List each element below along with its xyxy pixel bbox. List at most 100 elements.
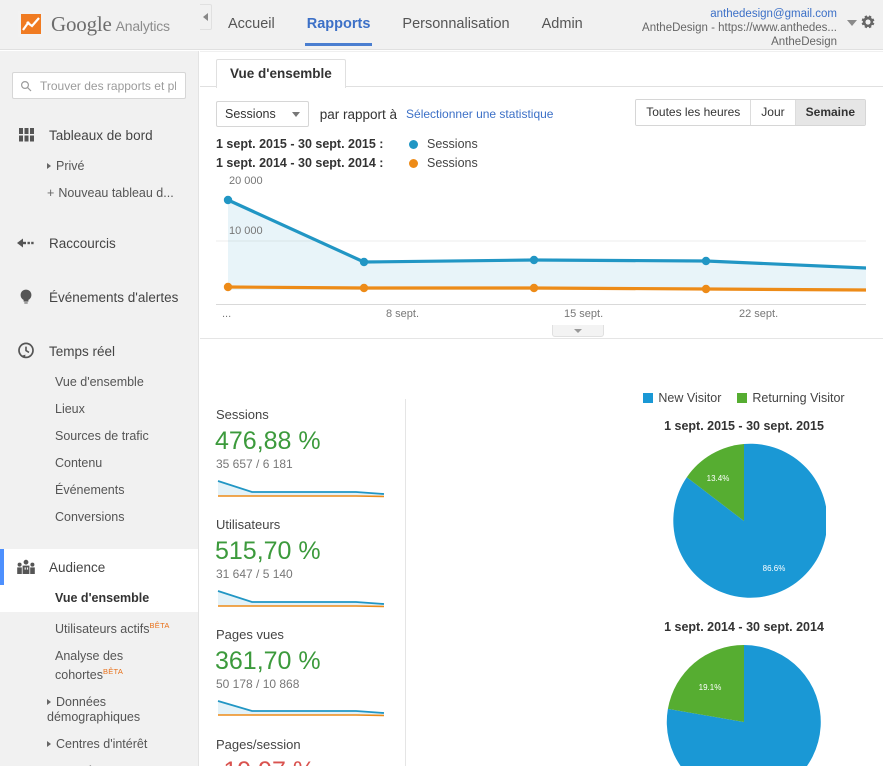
alert-bulb-icon [14,286,38,308]
chevron-down-icon [574,328,582,333]
metric-title: Pages/session [216,737,301,752]
nav-admin[interactable]: Admin [526,0,599,50]
chart-legend: 1 sept. 2015 - 30 sept. 2015 : Sessions … [200,131,883,173]
tab-vue-densemble[interactable]: Vue d'ensemble [216,59,346,88]
metric-card-utilisateurs[interactable]: Utilisateurs 515,70 % 31 647 / 5 140 [215,509,406,619]
chevron-right-icon [47,699,51,706]
legend-range: 1 sept. 2014 - 30 sept. 2014 : [216,156,384,170]
data-point [359,257,369,267]
audience-people-icon [14,556,38,578]
sidebar-item-evenements-alertes[interactable]: Événements d'alertes [0,279,198,315]
brand-analytics: Analytics [115,17,170,34]
sidebar-subitem-rt-vue-densemble[interactable]: Vue d'ensemble [0,369,198,396]
metric-card-pages-session[interactable]: Pages/session -19,97 % 1,41 / 1,76 [215,729,406,766]
metric-card-pages-vues[interactable]: Pages vues 361,70 % 50 178 / 10 868 [215,619,406,729]
data-point [701,284,711,294]
legend-metric: Sessions [427,156,478,170]
sidebar-subitem-analyse-des-cohortes[interactable]: Analyse des cohortesBÊTA [0,643,198,689]
metric-change: 476,88 % [215,427,321,455]
account-selector[interactable]: anthedesign@gmail.com AntheDesign - http… [642,7,837,49]
pie-title-2014: 1 sept. 2014 - 30 sept. 2014 [664,620,824,634]
sidebar-label: Raccourcis [49,235,116,251]
brand[interactable]: Google Analytics [18,11,170,37]
brand-text: Google Analytics [51,11,170,36]
search-box[interactable] [12,72,186,99]
metric-card-sessions[interactable]: Sessions 476,88 % 35 657 / 6 181 [215,399,406,509]
brand-google: Google [51,11,112,36]
pie-legend-label: New Visitor [658,391,722,405]
sidebar-subitem-rt-lieux[interactable]: Lieux [0,396,198,423]
visitor-type-panel: New Visitor Returning Visitor 1 sept. 20… [605,391,883,766]
chevron-right-icon [47,163,51,169]
sidebar-sublabel: Centres d'intérêt [56,737,148,752]
x-tick-1: 8 sept. [386,308,420,320]
sidebar-subitem-donnees-geographiques[interactable]: Données géographiques [0,758,198,766]
account-email: anthedesign@gmail.com [710,8,837,20]
compare-label: par rapport à [319,106,398,122]
granularity-semaine[interactable]: Semaine [794,100,865,125]
metric-change: 515,70 % [215,537,321,565]
sidebar-item-temps-reel[interactable]: Temps réel [0,333,198,369]
metric-title: Pages vues [216,627,284,642]
search-icon [20,80,32,92]
legend-dot-orange [409,159,418,168]
pie-value-returning-visitor: 19.1% [699,683,722,692]
chart-toolbar: Sessions par rapport à Sélectionner une … [200,87,883,131]
nav-personnalisation[interactable]: Personnalisation [386,0,525,50]
pie-value-new-visitor: 86.6% [763,564,786,573]
top-nav: Accueil Rapports Personnalisation Admin [212,0,599,50]
account-property: AntheDesign - https://www.anthedes... [642,22,837,34]
gear-icon[interactable] [859,13,877,31]
beta-badge: BÊTA [149,621,170,630]
granularity-toutes-les-heures[interactable]: Toutes les heures [636,100,751,125]
shortcut-arrow-icon [14,232,38,254]
pie-legend-label: Returning Visitor [752,391,845,405]
select-metric-link[interactable]: Sélectionner une statistique [406,107,553,121]
sidebar-subitem-rt-contenu[interactable]: Contenu [0,450,198,477]
sidebar-subitem-audience-vue-densemble[interactable]: Vue d'ensemble [0,585,198,612]
data-point [359,283,369,293]
sidebar-item-raccourcis[interactable]: Raccourcis [0,225,198,261]
pie-chart-2015[interactable]: 86.6% 13.4% [605,439,883,606]
sidebar-collapse-button[interactable] [200,4,212,30]
search-input[interactable] [38,77,178,94]
metric-select[interactable]: Sessions [216,101,309,127]
sidebar-subitem-donnees-demographiques[interactable]: Données démographiques [0,689,198,731]
nav-section-dashboards: Tableaux de bord Privé + Nouveau tableau … [0,117,198,207]
pie-value-returning-visitor: 13.4% [707,474,730,483]
sidebar-subitem-prive[interactable]: Privé [0,153,198,180]
sidebar-subitem-rt-evenements[interactable]: Événements [0,477,198,504]
granularity-jour[interactable]: Jour [750,100,795,125]
nav-accueil[interactable]: Accueil [212,0,291,50]
sidebar-subitem-centres-dinteret[interactable]: Centres d'intérêt [0,731,198,758]
chevron-right-icon [47,741,51,748]
sidebar-item-tableaux-de-bord[interactable]: Tableaux de bord [0,117,198,153]
chart-collapse-button[interactable] [552,325,604,337]
line-chart-svg [216,190,866,294]
metric-detail: 31 647 / 5 140 [216,567,293,581]
data-point [529,283,539,293]
sidebar-subitem-rt-sources-de-trafic[interactable]: Sources de trafic [0,423,198,450]
sidebar-label: Événements d'alertes [49,289,179,305]
legend-swatch-green [737,393,748,403]
metric-change: -19,97 % [215,756,405,766]
x-tick-2: 15 sept. [564,308,604,320]
chevron-down-icon[interactable] [847,20,857,26]
sidebar-item-audience[interactable]: Audience [0,549,198,585]
sidebar-subitem-nouveau-tableau[interactable]: + Nouveau tableau d... [0,180,198,207]
pie-chart-2014[interactable]: 80.9% 19.1% [605,640,883,766]
legend-swatch-blue [643,393,654,403]
metric-title: Sessions [216,407,269,422]
pie-legend-new-visitor[interactable]: New Visitor [643,391,721,405]
metric-change: 361,70 % [215,647,321,675]
sidebar-subitem-utilisateurs-actifs[interactable]: Utilisateurs actifsBÊTA [0,612,198,643]
nav-section-shortcuts: Raccourcis [0,225,198,261]
dashboard-grid-icon [14,124,38,146]
pie-legend-returning-visitor[interactable]: Returning Visitor [737,391,845,405]
pie-title-2015: 1 sept. 2015 - 30 sept. 2015 [664,419,824,433]
sidebar-sublabel: Données démographiques [47,695,141,725]
nav-rapports[interactable]: Rapports [291,0,387,50]
metric-cards: Sessions 476,88 % 35 657 / 6 181 Utilisa… [215,399,406,766]
sessions-line-chart[interactable]: 20 000 10 000 [216,175,866,304]
sidebar-subitem-rt-conversions[interactable]: Conversions [0,504,198,531]
